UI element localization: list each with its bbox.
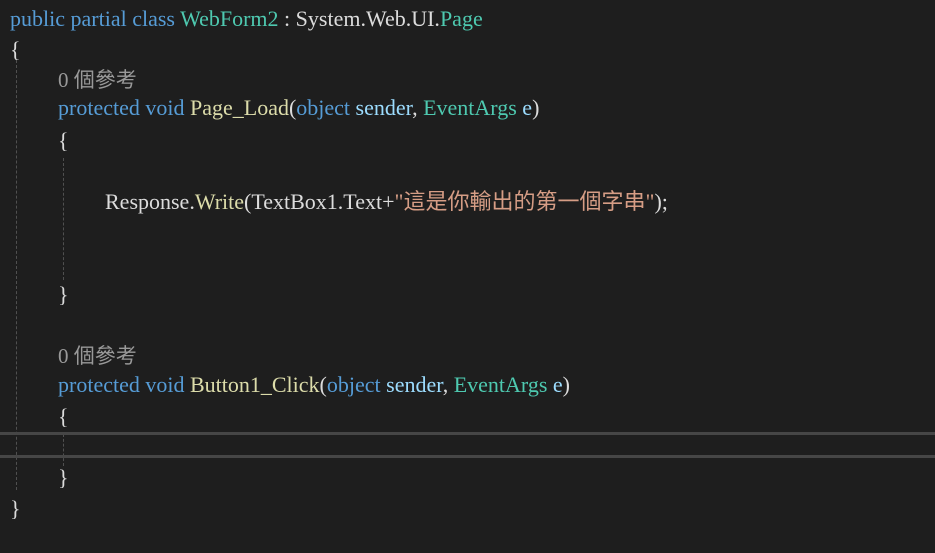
keyword-protected: protected [58, 372, 140, 397]
write-method: Write [194, 189, 245, 214]
keyword-void: void [145, 372, 185, 397]
colon: : [278, 6, 296, 31]
keyword-object: object [326, 372, 381, 397]
class-name: WebForm2 [180, 6, 279, 31]
code-line-page-load-close-brace[interactable]: } [58, 281, 69, 309]
brace: } [58, 465, 69, 490]
references-count[interactable]: 0 個參考 [58, 344, 137, 368]
code-line-button1-click-open-brace[interactable]: { [58, 403, 69, 431]
brace: } [58, 282, 69, 307]
code-line-class-open-brace[interactable]: { [10, 36, 21, 64]
keyword-protected: protected [58, 95, 140, 120]
indent-guide-class [16, 60, 17, 490]
brace: } [10, 496, 21, 521]
param-sender: sender [355, 95, 413, 120]
keyword-public: public [10, 6, 65, 31]
codelens-references-button1-click[interactable]: 0 個參考 [58, 342, 137, 370]
response-object: Response. [105, 189, 195, 214]
brace: { [10, 37, 21, 62]
paren: ) [532, 95, 540, 120]
indent-guide-page-load [63, 158, 64, 280]
comma: , [442, 372, 454, 397]
base-type: Page [439, 6, 483, 31]
code-line-page-load-signature[interactable]: protected void Page_Load(object sender, … [58, 94, 539, 122]
brace: { [58, 128, 69, 153]
code-line-response-write[interactable]: Response.Write(TextBox1.Text+"這是你輸出的第一個字… [105, 188, 668, 216]
keyword-class: class [132, 6, 175, 31]
code-line-button1-click-close-brace[interactable]: } [58, 464, 69, 492]
keyword-partial: partial [70, 6, 127, 31]
args: (TextBox1.Text+ [244, 189, 395, 214]
method-name: Page_Load [189, 95, 289, 120]
code-line-class-close-brace[interactable]: } [10, 495, 21, 523]
keyword-void: void [145, 95, 185, 120]
param-e: e [552, 372, 563, 397]
param-sender: sender [386, 372, 443, 397]
type-eventargs: EventArgs [453, 372, 548, 397]
paren: ( [319, 372, 327, 397]
type-eventargs: EventArgs [423, 95, 517, 120]
references-count[interactable]: 0 個參考 [58, 68, 137, 92]
method-name: Button1_Click [189, 372, 320, 397]
args-end: ); [654, 189, 668, 214]
code-line-button1-click-signature[interactable]: protected void Button1_Click(object send… [58, 371, 570, 399]
keyword-object: object [296, 95, 351, 120]
paren: ) [562, 372, 570, 397]
codelens-references-page-load[interactable]: 0 個參考 [58, 66, 137, 94]
comma: , [412, 95, 424, 120]
param-e: e [522, 95, 533, 120]
string-literal: "這是你輸出的第一個字串" [394, 189, 655, 214]
base-namespace: System.Web.UI. [295, 6, 440, 31]
current-line-highlight [0, 432, 935, 458]
code-line-page-load-open-brace[interactable]: { [58, 127, 69, 155]
brace: { [58, 404, 69, 429]
code-line-class-declaration[interactable]: public partial class WebForm2 : System.W… [10, 5, 483, 33]
code-editor[interactable]: public partial class WebForm2 : System.W… [0, 0, 935, 553]
